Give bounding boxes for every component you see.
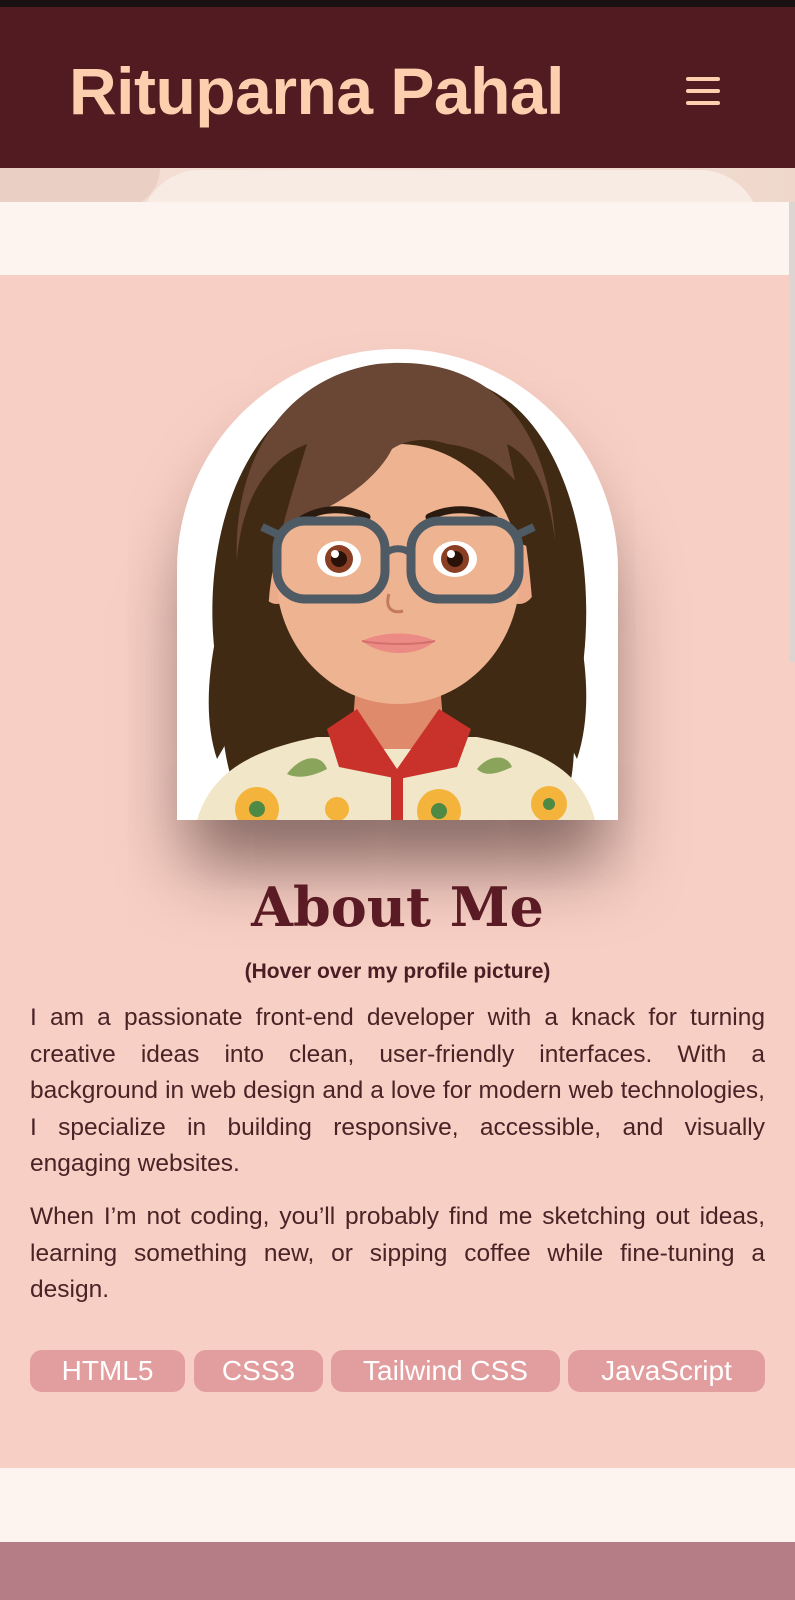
footer-section bbox=[0, 1542, 795, 1600]
skill-tag-javascript: JavaScript bbox=[568, 1350, 765, 1392]
about-title: About Me bbox=[251, 875, 544, 939]
skill-tags: HTML5 CSS3 Tailwind CSS JavaScript bbox=[30, 1350, 770, 1392]
hamburger-menu-icon[interactable] bbox=[686, 77, 720, 105]
about-paragraph: When I’m not coding, you’ll probably fin… bbox=[30, 1203, 765, 1303]
about-paragraph: I am a passionate front-end developer wi… bbox=[30, 1004, 765, 1177]
about-section: About Me (Hover over my profile picture)… bbox=[0, 275, 795, 1468]
site-header: Rituparna Pahal bbox=[0, 7, 795, 168]
skill-tag-tailwind-css: Tailwind CSS bbox=[331, 1350, 560, 1392]
skill-tag-html5: HTML5 bbox=[30, 1350, 185, 1392]
skill-tag-css3: CSS3 bbox=[194, 1350, 323, 1392]
profile-picture[interactable] bbox=[177, 349, 618, 820]
site-title[interactable]: Rituparna Pahal bbox=[69, 51, 564, 131]
section-spacer-top bbox=[0, 202, 795, 275]
hero-background-strip bbox=[0, 168, 795, 202]
section-spacer-bottom bbox=[0, 1468, 795, 1542]
about-hint: (Hover over my profile picture) bbox=[244, 960, 551, 983]
status-bar bbox=[0, 0, 795, 7]
scrollbar[interactable] bbox=[789, 202, 795, 662]
avatar-illustration bbox=[197, 362, 595, 820]
